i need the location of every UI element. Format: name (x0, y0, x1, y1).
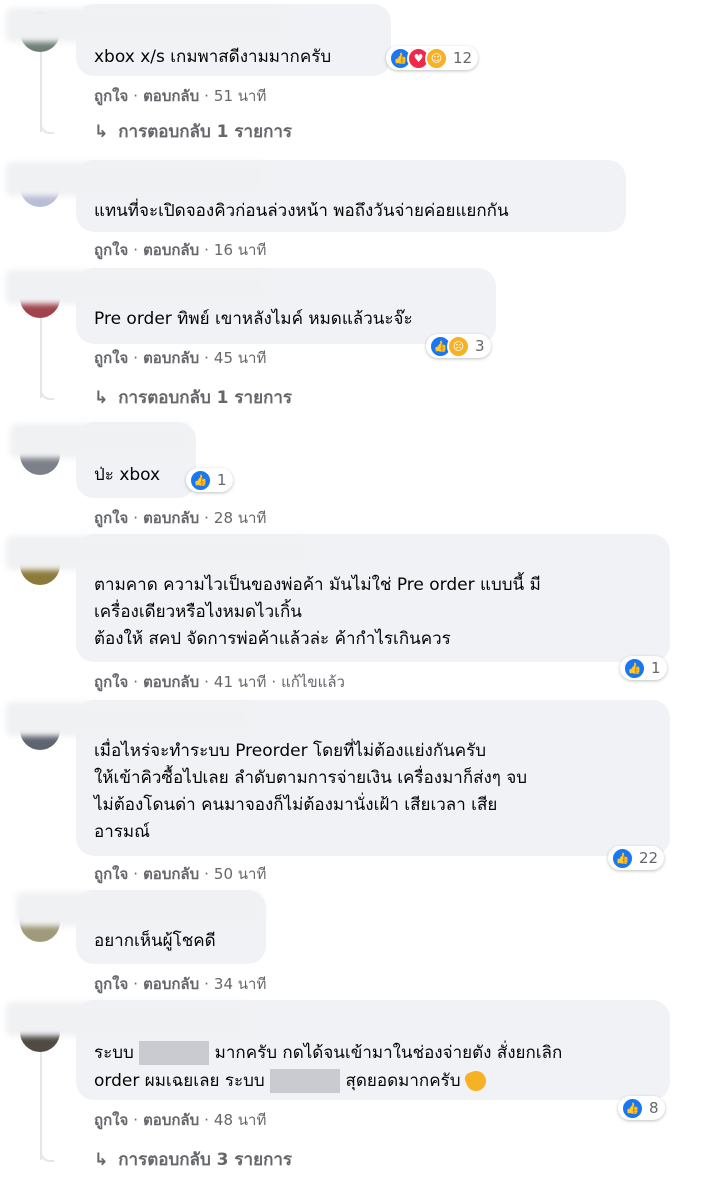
comment-actions: ถูกใจ · ตอบกลับ · 34 นาที (94, 975, 267, 993)
comment-text-line: ให้เข้าคิวซื้อไปเลย ลำดับตามการจ่ายเงิน … (94, 768, 528, 788)
timestamp[interactable]: 45 นาที (214, 349, 266, 367)
like-button[interactable]: ถูกใจ (94, 349, 128, 367)
thumbs-up-icon: 👍 (189, 468, 212, 492)
comment-text-line: ระบบ มากครับ กดได้จนเข้ามาในช่องจ่ายตัง … (94, 1040, 562, 1067)
redacted-text-block (139, 1041, 210, 1065)
comment-bubble: Pre order ทิพย์ เขาหลังไมค์ หมดแล้วนะจ๊ะ (6, 268, 496, 344)
reaction-count: 1 (651, 659, 661, 677)
comment-text-line: order ผมเฉยเลย ระบบ สุดยอดมากครับ (94, 1068, 489, 1095)
timestamp[interactable]: 16 นาที (214, 241, 266, 259)
author-name-redacted[interactable] (6, 270, 268, 304)
author-name-redacted[interactable] (6, 8, 286, 42)
reaction-count: 8 (649, 1099, 659, 1117)
reply-button[interactable]: ตอบกลับ (143, 673, 199, 691)
author-name-redacted[interactable] (16, 892, 262, 926)
reaction-count: 3 (475, 337, 485, 355)
timestamp[interactable]: 48 นาที (214, 1111, 266, 1129)
like-button[interactable]: ถูกใจ (94, 865, 128, 883)
like-button[interactable]: ถูกใจ (94, 241, 128, 259)
comment-text-line: ตามคาด ความไวเป็นของพ่อค้า มันไม่ใช่ Pre… (94, 575, 541, 595)
comment-text: แทนที่จะเปิดจองคิวก่อนล่วงหน้า พอถึงวันจ… (94, 201, 509, 221)
view-replies-link[interactable]: ↳ การตอบกลับ 3 รายการ (94, 1146, 292, 1173)
view-replies-label: การตอบกลับ 1 รายการ (118, 388, 293, 408)
reply-button[interactable]: ตอบกลับ (143, 1111, 199, 1129)
edited-label[interactable]: แก้ไขแล้ว (281, 673, 345, 691)
reactions-summary[interactable]: 👍 1 (620, 656, 667, 680)
like-button[interactable]: ถูกใจ (94, 509, 128, 527)
timestamp[interactable]: 41 นาที (214, 673, 266, 691)
reactions-summary[interactable]: 👍 ☹ 3 (426, 334, 491, 358)
reactions-summary[interactable]: 👍 1 (186, 468, 233, 492)
comment-bubble: เมื่อไหร่จะทำระบบ Preorder โดยที่ไม่ต้อง… (6, 700, 670, 856)
comment-actions: ถูกใจ · ตอบกลับ · 48 นาที (94, 1111, 267, 1129)
comment-text: อยากเห็นผู้โชคดี (94, 931, 216, 951)
comment-text-line: เมื่อไหร่จะทำระบบ Preorder โดยที่ไม่ต้อง… (94, 741, 487, 761)
redacted-text-block (270, 1069, 341, 1093)
ok-hand-icon (463, 1068, 489, 1094)
thumbs-up-icon: 👍 (611, 846, 634, 870)
reactions-summary[interactable]: 👍 ♥ ☺ 12 (386, 46, 479, 70)
comment-actions: ถูกใจ · ตอบกลับ · 50 นาที (94, 865, 267, 883)
comment-text-line: ไม่ต้องโดนด่า คนมาจองก็ไม่ต้องมานั่งเฝ้า… (94, 795, 498, 815)
thumbs-up-icon: 👍 (623, 656, 646, 680)
reactions-summary[interactable]: 👍 22 (608, 846, 665, 870)
comment-text: xbox x/s เกมพาสดีงามมากครับ (94, 47, 332, 67)
comment-text: ป่ะ xbox (94, 465, 161, 485)
reactions-summary[interactable]: 👍 8 (618, 1096, 665, 1120)
reply-arrow-icon: ↳ (94, 122, 109, 142)
like-button[interactable]: ถูกใจ (94, 975, 128, 993)
reply-button[interactable]: ตอบกลับ (143, 241, 199, 259)
care-icon: ☺ (425, 46, 448, 70)
reply-arrow-icon: ↳ (94, 1150, 109, 1170)
author-name-redacted[interactable] (6, 536, 312, 570)
comment-text-line: เครื่องเดียวหรือไงหมดไวเกิ้น (94, 602, 302, 622)
reply-button[interactable]: ตอบกลับ (143, 87, 199, 105)
reply-button[interactable]: ตอบกลับ (143, 975, 199, 993)
comment-actions: ถูกใจ · ตอบกลับ · 41 นาที · แก้ไขแล้ว (94, 673, 345, 691)
sad-icon: ☹ (447, 334, 470, 358)
comment-text: Pre order ทิพย์ เขาหลังไมค์ หมดแล้วนะจ๊ะ (94, 309, 413, 329)
comment-text-part: ระบบ (94, 1043, 134, 1063)
comment-text-part: สุดยอดมากครับ (345, 1071, 461, 1091)
like-button[interactable]: ถูกใจ (94, 87, 128, 105)
author-name-redacted[interactable] (6, 162, 268, 196)
timestamp[interactable]: 34 นาที (214, 975, 266, 993)
view-replies-label: การตอบกลับ 1 รายการ (118, 122, 293, 142)
comment-bubble: xbox x/s เกมพาสดีงามมากครับ (6, 4, 391, 76)
comment-bubble: อยากเห็นผู้โชคดี (16, 890, 266, 964)
comment-actions: ถูกใจ · ตอบกลับ · 45 นาที (94, 349, 267, 367)
timestamp[interactable]: 28 นาที (214, 509, 266, 527)
comment-text-part: order ผมเฉยเลย ระบบ (94, 1071, 265, 1091)
reply-arrow-icon: ↳ (94, 388, 109, 408)
comment-text-line: อารมณ์ (94, 822, 150, 842)
reaction-count: 22 (639, 849, 659, 867)
comment-actions: ถูกใจ · ตอบกลับ · 51 นาที (94, 87, 267, 105)
comment-bubble: ระบบ มากครับ กดได้จนเข้ามาในช่องจ่ายตัง … (6, 1000, 670, 1100)
comment-bubble: ป่ะ xbox (10, 422, 196, 498)
reaction-count: 1 (217, 471, 227, 489)
reaction-count: 12 (453, 49, 473, 67)
thumbs-up-icon: 👍 (621, 1096, 644, 1120)
author-name-redacted[interactable] (6, 1002, 250, 1036)
comment-bubble: แทนที่จะเปิดจองคิวก่อนล่วงหน้า พอถึงวันจ… (6, 160, 626, 232)
like-button[interactable]: ถูกใจ (94, 673, 128, 691)
comment-bubble: ตามคาด ความไวเป็นของพ่อค้า มันไม่ใช่ Pre… (6, 534, 670, 662)
view-replies-label: การตอบกลับ 3 รายการ (118, 1150, 293, 1170)
author-name-redacted[interactable] (10, 424, 190, 458)
reply-button[interactable]: ตอบกลับ (143, 865, 199, 883)
reply-button[interactable]: ตอบกลับ (143, 349, 199, 367)
comment-text-part: มากครับ กดได้จนเข้ามาในช่องจ่ายตัง สั่งย… (214, 1043, 563, 1063)
comment-actions: ถูกใจ · ตอบกลับ · 16 นาที (94, 241, 267, 259)
author-name-redacted[interactable] (6, 702, 252, 736)
comment-text-line: ต้องให้ สคป จัดการพ่อค้าแล้วล่ะ ค้ากำไรเ… (94, 629, 451, 649)
comment-actions: ถูกใจ · ตอบกลับ · 28 นาที (94, 509, 267, 527)
timestamp[interactable]: 51 นาที (214, 87, 266, 105)
view-replies-link[interactable]: ↳ การตอบกลับ 1 รายการ (94, 118, 292, 145)
view-replies-link[interactable]: ↳ การตอบกลับ 1 รายการ (94, 384, 292, 411)
like-button[interactable]: ถูกใจ (94, 1111, 128, 1129)
timestamp[interactable]: 50 นาที (214, 865, 266, 883)
reply-button[interactable]: ตอบกลับ (143, 509, 199, 527)
